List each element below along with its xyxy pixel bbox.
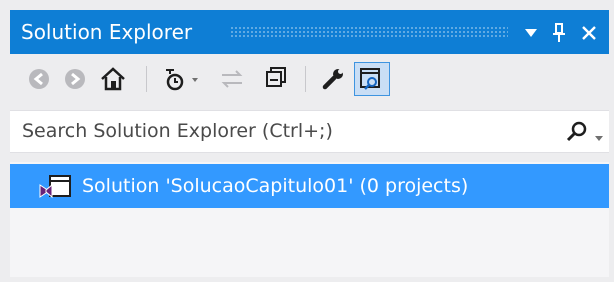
- preview-selected-icon: [360, 68, 380, 90]
- window-title: Solution Explorer: [21, 20, 193, 44]
- home-icon: [101, 67, 125, 91]
- home-button[interactable]: [96, 62, 130, 96]
- pending-changes-filter-button[interactable]: [160, 62, 212, 96]
- close-icon: [582, 25, 596, 40]
- wrench-icon: [322, 69, 343, 90]
- title-bar[interactable]: Solution Explorer: [10, 10, 609, 54]
- toolbar-separator: [146, 66, 147, 92]
- solution-tree: Solution 'SolucaoCapitulo01' (0 projects…: [10, 162, 609, 277]
- preview-selected-items-button[interactable]: [354, 62, 390, 96]
- search-options-dropdown-icon[interactable]: [594, 128, 604, 147]
- pending-changes-icon: [166, 69, 198, 91]
- toolbar: [10, 58, 609, 102]
- window-options-dropdown-button[interactable]: [517, 10, 545, 54]
- collapse-all-button[interactable]: [258, 62, 294, 96]
- close-button[interactable]: [575, 10, 603, 54]
- back-icon: [29, 69, 49, 89]
- drag-grip[interactable]: [230, 26, 508, 38]
- solution-label: Solution 'SolucaoCapitulo01' (0 projects…: [82, 175, 469, 197]
- forward-button[interactable]: [58, 62, 92, 96]
- properties-button[interactable]: [316, 62, 350, 96]
- sync-with-active-document-button[interactable]: [212, 62, 252, 96]
- forward-icon: [65, 69, 85, 89]
- toolbar-separator: [305, 66, 306, 92]
- tree-item-solution[interactable]: Solution 'SolucaoCapitulo01' (0 projects…: [10, 164, 609, 208]
- triangle-down-icon: [525, 28, 537, 37]
- search-box[interactable]: Search Solution Explorer (Ctrl+;): [10, 110, 609, 153]
- search-input[interactable]: Search Solution Explorer (Ctrl+;): [22, 111, 333, 152]
- sync-icon: [221, 70, 243, 88]
- search-icon[interactable]: [565, 121, 589, 147]
- solution-explorer-pane: Solution Explorer Search Solution Explor…: [0, 0, 614, 282]
- back-button[interactable]: [22, 62, 56, 96]
- solution-icon: [38, 174, 74, 204]
- pin-icon: [553, 22, 565, 42]
- auto-hide-pin-button[interactable]: [545, 10, 573, 54]
- collapse-all-icon: [266, 67, 286, 87]
